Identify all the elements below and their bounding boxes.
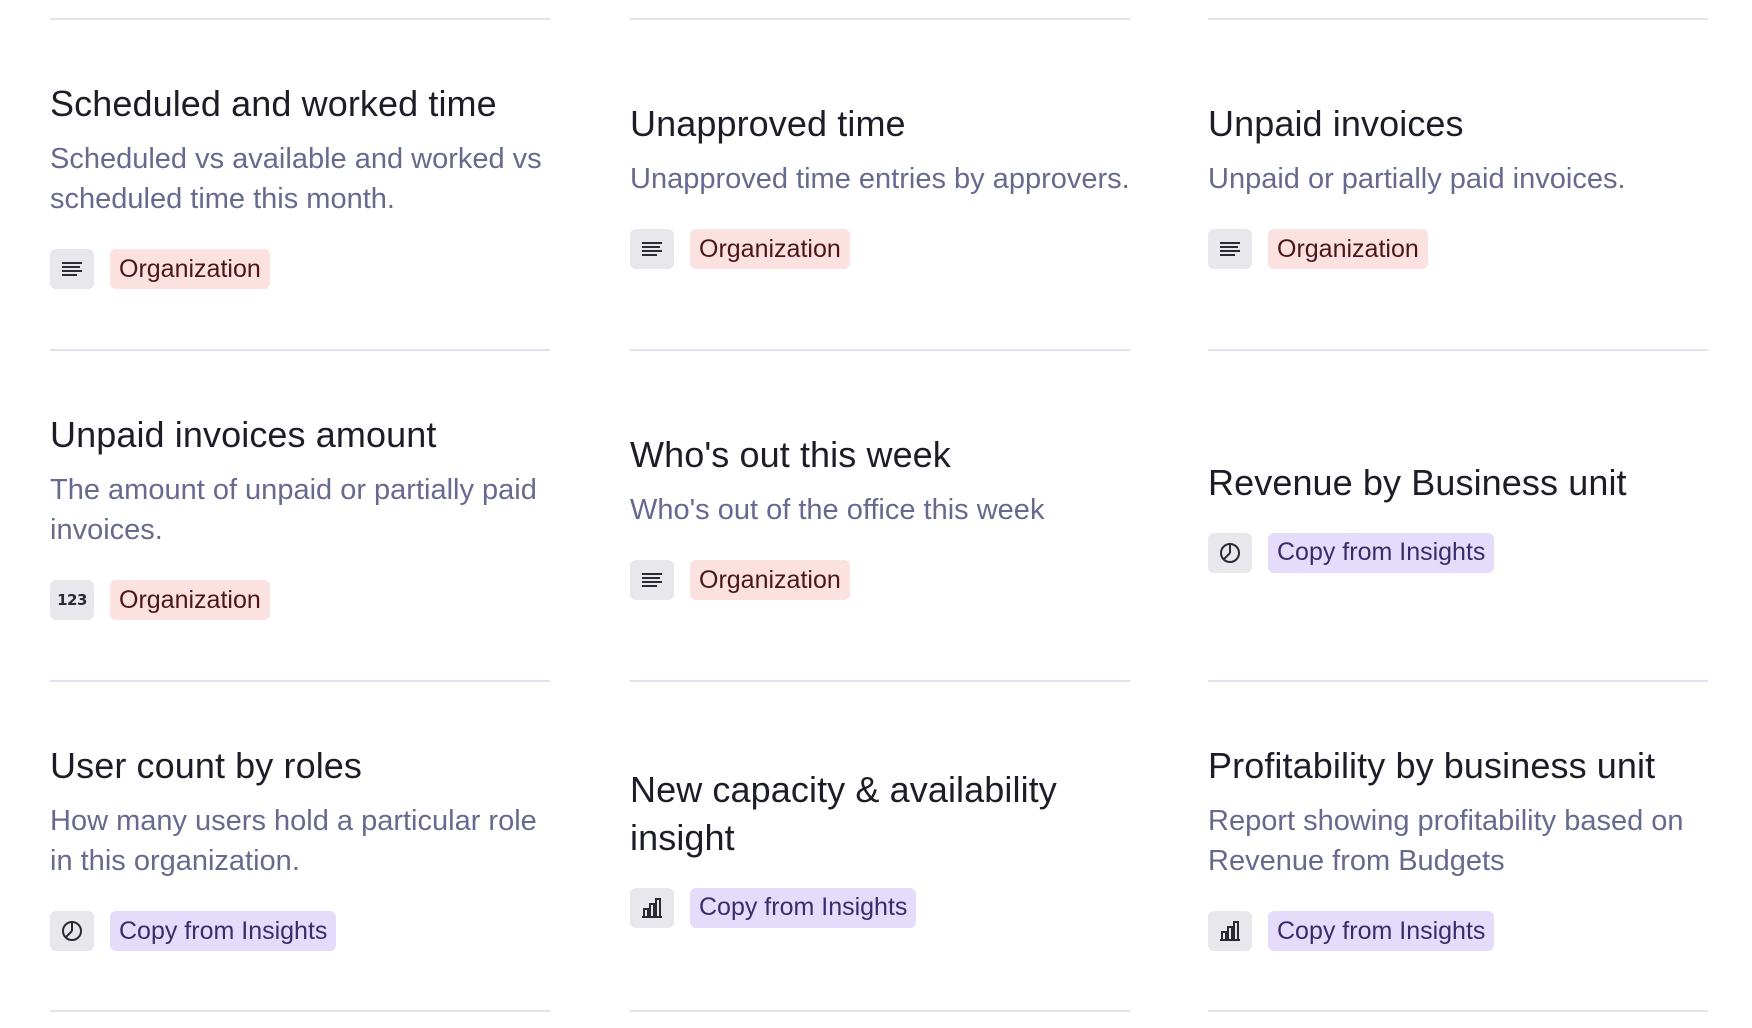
card-column-3: Unpaid invoices Unpaid or partially paid…	[1208, 0, 1708, 1028]
card-title: Unpaid invoices	[1208, 103, 1464, 144]
card-description: Unpaid or partially paid invoices.	[1208, 163, 1626, 195]
insight-card-whos-out-this-week[interactable]: Who's out this week Who's out of the off…	[630, 351, 1130, 680]
card-tags: Organization	[630, 560, 1130, 600]
copy-from-insights-badge: Copy from Insights	[110, 911, 337, 951]
insight-card-unpaid-invoices[interactable]: Unpaid invoices Unpaid or partially paid…	[1208, 20, 1708, 349]
card-tags: Organization	[50, 249, 550, 289]
insight-card-unapproved-time[interactable]: Unapproved time Unapproved time entries …	[630, 20, 1130, 349]
card-title: Revenue by Business unit	[1208, 461, 1627, 503]
card-column-1: Scheduled and worked time Scheduled vs a…	[50, 0, 550, 1028]
card-description: Unapproved time entries by approvers.	[630, 163, 1130, 195]
bar-chart-icon	[630, 887, 674, 928]
insight-card-unpaid-invoices-amount[interactable]: Unpaid invoices amount The amount of unp…	[50, 351, 550, 680]
organization-badge: Organization	[690, 560, 850, 600]
organization-badge: Organization	[110, 249, 270, 289]
insight-card-scheduled-and-worked-time[interactable]: Scheduled and worked time Scheduled vs a…	[50, 20, 550, 349]
insight-card-profitability-by-business-unit[interactable]: Profitability by business unit Report sh…	[1208, 682, 1708, 1011]
insight-card-new-capacity-availability[interactable]: New capacity & availability insight Copy…	[630, 682, 1130, 1011]
card-description: Report showing profitability based on Re…	[1208, 805, 1684, 877]
pie-chart-icon	[50, 911, 94, 951]
card-description: Who's out of the office this week	[630, 494, 1045, 526]
text-lines-icon	[1208, 229, 1252, 269]
bar-chart-icon	[1208, 911, 1252, 951]
pie-chart-icon	[1208, 532, 1252, 573]
organization-badge: Organization	[690, 229, 850, 269]
card-column-2: Unapproved time Unapproved time entries …	[630, 0, 1130, 1028]
insight-card-user-count-by-roles[interactable]: User count by roles How many users hold …	[50, 682, 550, 1011]
organization-badge: Organization	[110, 580, 270, 620]
copy-from-insights-badge: Copy from Insights	[1268, 532, 1495, 573]
card-title: Who's out this week	[630, 434, 951, 475]
text-lines-icon	[50, 249, 94, 289]
text-lines-icon	[630, 229, 674, 269]
copy-from-insights-badge: Copy from Insights	[1268, 911, 1495, 951]
divider	[50, 1010, 550, 1012]
card-description: The amount of unpaid or partially paid i…	[50, 474, 537, 546]
card-tags: Copy from Insights	[50, 911, 550, 951]
card-tags: Copy from Insights	[1208, 532, 1708, 573]
card-tags: Copy from Insights	[630, 887, 1130, 928]
card-title: Scheduled and worked time	[50, 83, 497, 124]
card-description: Scheduled vs available and worked vs sch…	[50, 143, 542, 215]
card-title: Unapproved time	[630, 103, 906, 144]
card-tags: Organization	[630, 229, 1130, 269]
number-icon: 123	[50, 580, 94, 620]
card-tags: 123 Organization	[50, 580, 550, 620]
card-tags: Copy from Insights	[1208, 911, 1708, 951]
text-lines-icon	[630, 560, 674, 600]
insight-card-grid: Scheduled and worked time Scheduled vs a…	[50, 0, 1708, 1028]
organization-badge: Organization	[1268, 229, 1428, 269]
card-title: New capacity & availability insight	[630, 768, 1057, 858]
number-icon-label: 123	[57, 591, 87, 609]
card-title: User count by roles	[50, 745, 363, 786]
copy-from-insights-badge: Copy from Insights	[690, 887, 917, 928]
insight-card-revenue-by-business-unit[interactable]: Revenue by Business unit Copy from Insig…	[1208, 351, 1708, 680]
card-title: Profitability by business unit	[1208, 745, 1656, 786]
card-title: Unpaid invoices amount	[50, 414, 437, 455]
card-description: How many users hold a particular role in…	[50, 805, 537, 877]
divider	[630, 1010, 1130, 1012]
divider	[1208, 1010, 1708, 1012]
card-tags: Organization	[1208, 229, 1708, 269]
